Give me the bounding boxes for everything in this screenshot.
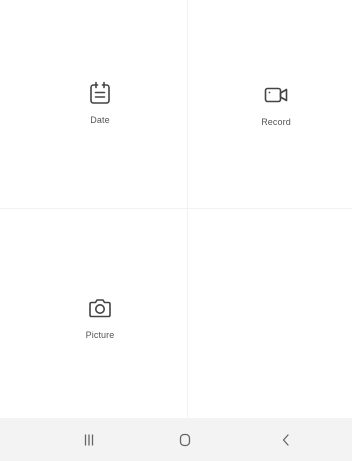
date-label: Date xyxy=(90,115,110,125)
video-camera-icon xyxy=(264,87,288,103)
vertical-divider xyxy=(187,0,188,418)
option-grid: Date Record Picture xyxy=(0,0,352,418)
recents-button[interactable] xyxy=(64,418,114,461)
home-icon xyxy=(179,433,191,446)
date-option[interactable]: Date xyxy=(40,80,160,125)
screen: Date Record Picture xyxy=(0,0,352,461)
record-option[interactable]: Record xyxy=(216,82,336,127)
system-navigation-bar xyxy=(0,418,352,461)
home-button[interactable] xyxy=(160,418,210,461)
calendar-icon xyxy=(90,81,110,104)
picture-label: Picture xyxy=(85,330,115,340)
picture-option[interactable]: Picture xyxy=(40,295,160,340)
back-button[interactable] xyxy=(261,418,311,461)
horizontal-divider xyxy=(0,208,352,209)
camera-icon xyxy=(89,299,111,318)
recents-icon xyxy=(84,434,94,445)
back-icon xyxy=(282,433,289,446)
record-label: Record xyxy=(261,117,291,127)
